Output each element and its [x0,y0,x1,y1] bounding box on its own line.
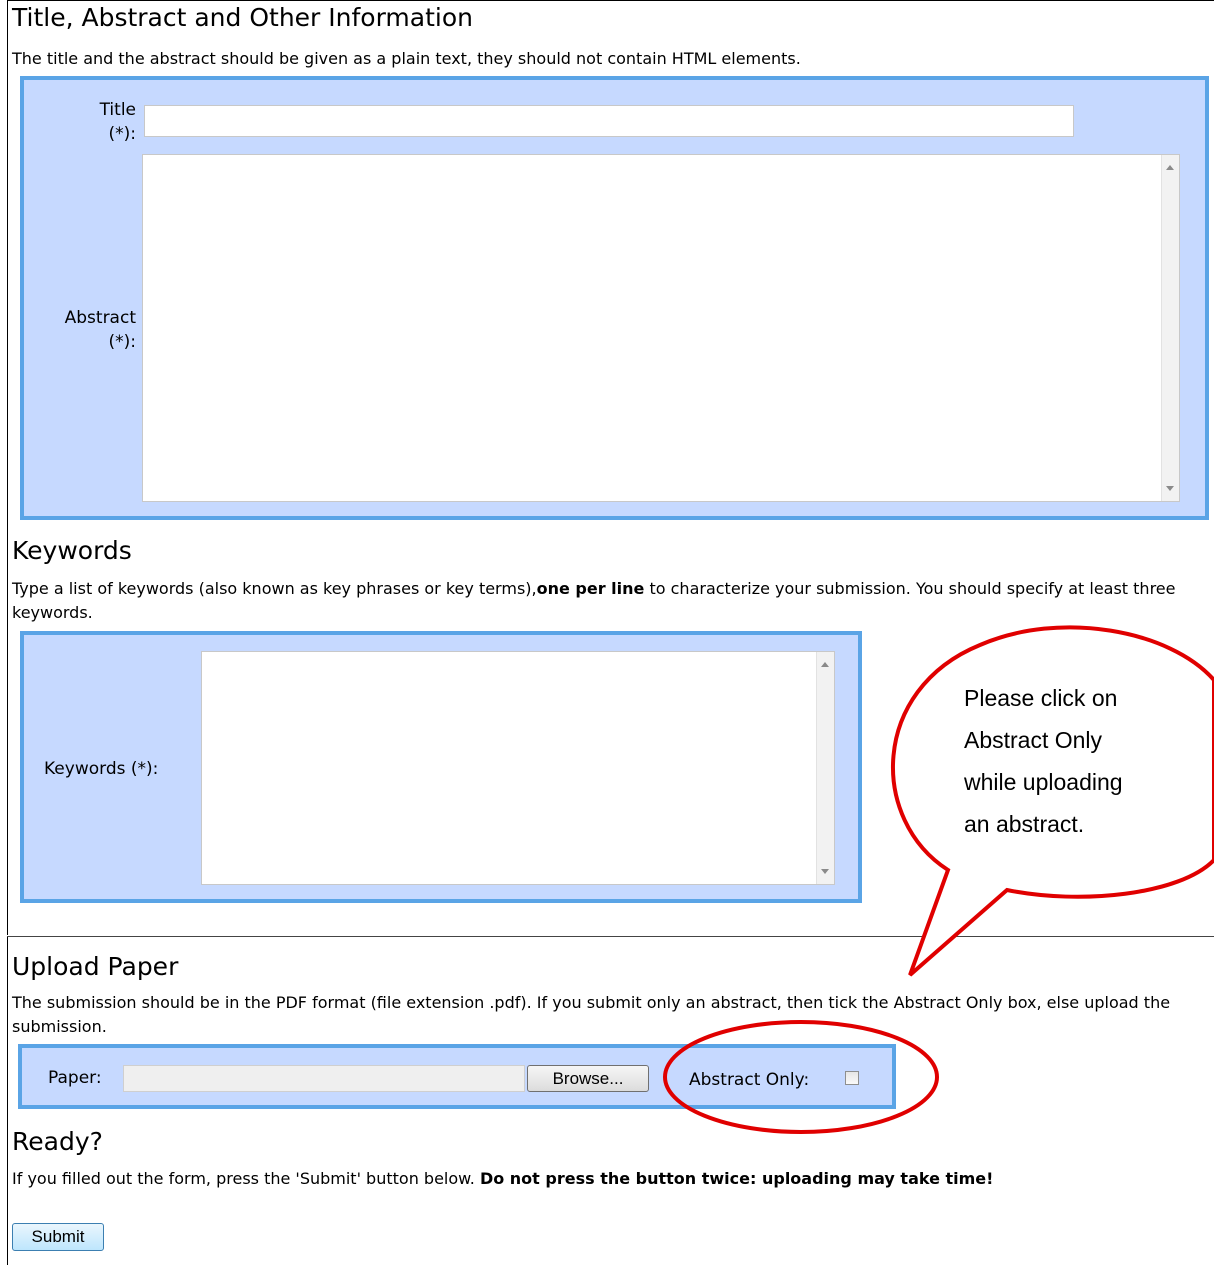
paper-label: Paper: [48,1068,102,1088]
scroll-up-icon[interactable] [821,662,829,667]
title-label: Title (*): [44,98,136,146]
keywords-textarea[interactable] [201,651,835,885]
keywords-panel: Keywords (*): [20,631,862,903]
keywords-desc-pre: Type a list of keywords (also known as k… [12,579,537,598]
abstract-label-line2: (*): [108,332,137,352]
upload-panel: Paper: Browse... Abstract Only: [18,1044,896,1109]
upload-section-description: The submission should be in the PDF form… [12,993,1171,1036]
callout-line-1: Please click on [964,685,1118,711]
ready-desc-bold: Do not press the button twice: uploading… [479,1169,994,1188]
callout-line-4: an abstract. [964,811,1085,837]
frame-left-border-lower [7,936,8,1265]
upload-section-heading: Upload Paper [12,952,179,981]
callout-line-3: while uploading [964,769,1123,795]
abstract-scrollbar[interactable] [1161,155,1179,501]
abstract-label: Abstract (*): [44,306,136,354]
abstract-only-checkbox[interactable] [845,1071,859,1085]
ready-desc-pre: If you filled out the form, press the 'S… [12,1169,480,1188]
keywords-section-heading: Keywords [12,536,132,565]
title-label-line2: (*): [108,124,137,144]
title-label-line1: Title [99,100,136,120]
callout-line-2: Abstract Only [964,727,1103,753]
keywords-label: Keywords (*): [44,759,159,779]
abstract-label-line1: Abstract [64,308,136,328]
title-section-description: The title and the abstract should be giv… [12,49,801,68]
frame-top-border [7,0,1214,1]
scroll-down-icon[interactable] [1166,486,1174,491]
submission-form-page: Title, Abstract and Other Information Th… [0,0,1214,1265]
ready-section-heading: Ready? [12,1127,103,1156]
scroll-down-icon[interactable] [821,869,829,874]
browse-button[interactable]: Browse... [527,1065,649,1092]
title-abstract-panel: Title (*): Abstract (*): [20,76,1209,520]
keywords-scrollbar[interactable] [816,652,834,884]
title-input[interactable] [144,105,1074,137]
callout-text: Please click on Abstract Only while uplo… [964,677,1123,845]
section-divider [7,936,1214,937]
keywords-desc-bold: one per line [536,579,645,598]
title-section-heading: Title, Abstract and Other Information [12,3,473,32]
keywords-section-description: Type a list of keywords (also known as k… [12,577,1206,625]
frame-left-border [7,0,8,935]
submit-button[interactable]: Submit [12,1223,104,1251]
abstract-only-label: Abstract Only: [689,1070,810,1090]
ready-section-description: If you filled out the form, press the 'S… [12,1167,1206,1191]
abstract-textarea[interactable] [142,154,1180,502]
paper-file-field[interactable] [123,1065,525,1092]
scroll-up-icon[interactable] [1166,165,1174,170]
